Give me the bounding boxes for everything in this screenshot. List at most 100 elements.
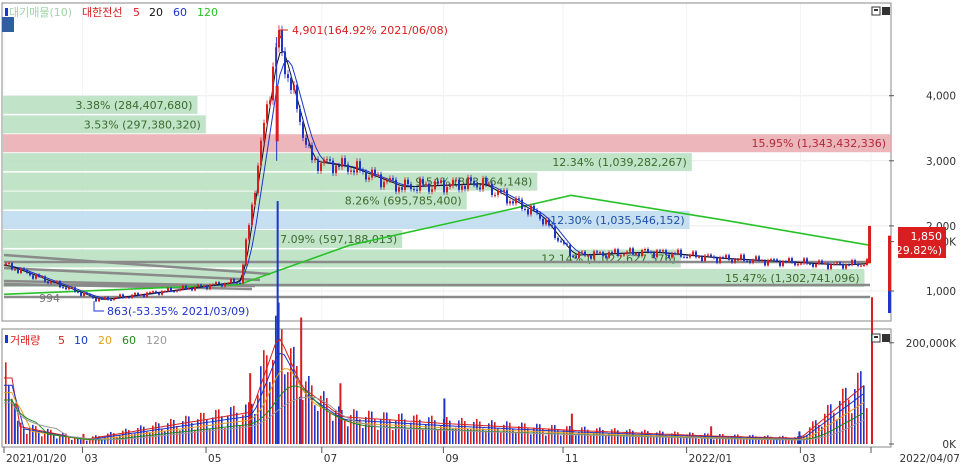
volume-bar <box>281 329 283 444</box>
candle-body <box>587 255 589 257</box>
candle-body <box>290 77 292 90</box>
candle-body <box>569 244 571 256</box>
candle-body <box>425 183 427 185</box>
volume-bar <box>515 433 517 444</box>
candle-body <box>551 225 553 227</box>
candle-body <box>521 199 523 210</box>
candle-body <box>428 183 430 192</box>
candle-body <box>47 281 49 284</box>
legend-ma20[interactable]: 20 <box>149 6 163 19</box>
volume-bar <box>839 400 841 444</box>
candle-body <box>581 251 583 253</box>
candle-body <box>392 177 394 180</box>
legend-ma120[interactable]: 120 <box>197 6 218 19</box>
candle-body <box>188 288 190 290</box>
candle-body <box>443 180 445 193</box>
volume-bar <box>332 420 334 444</box>
candle-body <box>656 250 658 258</box>
panel-tab-button[interactable] <box>2 17 14 32</box>
candle-body <box>602 252 604 256</box>
legend-ma60[interactable]: 60 <box>173 6 187 19</box>
y-tick-label: 4,000 <box>926 91 956 103</box>
legend-vol-ma10[interactable]: 10 <box>74 334 88 347</box>
volume-bar <box>500 431 502 444</box>
volume-bar <box>35 426 37 444</box>
candle-body <box>449 185 451 187</box>
candle-body <box>266 104 268 123</box>
volume-bar <box>203 412 205 444</box>
candle-body <box>716 258 718 263</box>
candle-body <box>113 298 115 301</box>
legend-vol-ma20[interactable]: 20 <box>98 334 112 347</box>
candle-body <box>296 84 298 109</box>
legend-supply[interactable]: 대기매물(10) <box>9 6 72 19</box>
volume-bar <box>407 429 409 444</box>
candle-body <box>458 179 460 190</box>
volume-bar <box>437 428 439 444</box>
candle-body <box>242 264 244 284</box>
candle-body <box>314 159 316 161</box>
candle-body <box>554 226 556 238</box>
volume-bar <box>758 439 760 444</box>
candle-body <box>845 264 847 269</box>
candle-body <box>755 256 757 260</box>
volume-bar <box>605 435 607 444</box>
candle-body <box>419 178 421 191</box>
candle-body <box>374 169 376 176</box>
candle-body <box>461 186 463 190</box>
current-change: (29.82%) <box>891 244 942 257</box>
volume-bar <box>413 415 415 444</box>
volume-bar <box>653 436 655 444</box>
legend-vol-ma60[interactable]: 60 <box>122 334 136 347</box>
candle-body <box>125 296 127 298</box>
legend-volume[interactable]: 거래량 <box>10 334 40 347</box>
candle-body <box>422 178 424 185</box>
close-icon[interactable] <box>882 334 890 342</box>
volume-bar <box>728 439 730 444</box>
candle-body <box>212 284 214 286</box>
candle-body <box>857 263 859 266</box>
volume-bar <box>425 424 427 444</box>
candle-body <box>326 159 328 161</box>
volume-bar <box>692 432 694 444</box>
candle-body <box>101 298 103 300</box>
legend-vol-ma120[interactable]: 120 <box>146 334 167 347</box>
candle-body <box>41 276 43 278</box>
candle-body <box>401 187 403 190</box>
volume-bar <box>32 424 34 444</box>
candle-body <box>530 205 532 215</box>
legend-ma5[interactable]: 5 <box>133 6 140 19</box>
candle-body <box>542 218 544 225</box>
volume-bar <box>248 402 250 444</box>
candle-body <box>626 251 628 255</box>
candle-body <box>353 170 355 173</box>
candle-body <box>452 179 454 186</box>
current-price: 1,850 <box>911 230 943 243</box>
volume-bar <box>560 435 562 444</box>
candle-body <box>62 287 64 289</box>
candle-body <box>80 292 82 296</box>
candle-body <box>50 281 52 284</box>
close-icon[interactable] <box>882 7 890 15</box>
candle-body <box>536 210 538 214</box>
legend-vol-ma5[interactable]: 5 <box>58 334 65 347</box>
volume-bar <box>419 419 421 444</box>
candle-body <box>83 292 85 296</box>
candle-body <box>824 263 826 265</box>
candle-body <box>437 181 439 184</box>
volume-bar <box>74 437 76 444</box>
profile-label: 3.38% (284,407,680) <box>75 99 192 112</box>
candle-body <box>671 253 673 258</box>
candle-body <box>203 285 205 287</box>
candle-body <box>395 179 397 192</box>
volume-bar <box>56 438 58 444</box>
candle-body <box>320 163 322 171</box>
candle-body <box>509 201 511 204</box>
candle-body <box>335 165 337 174</box>
volume-bar <box>392 430 394 444</box>
candle-body <box>557 237 559 241</box>
volume-bar <box>356 410 358 444</box>
legend-stock[interactable]: 대한전선 <box>82 6 122 19</box>
volume-bar <box>263 350 265 444</box>
candle-body <box>545 219 547 225</box>
